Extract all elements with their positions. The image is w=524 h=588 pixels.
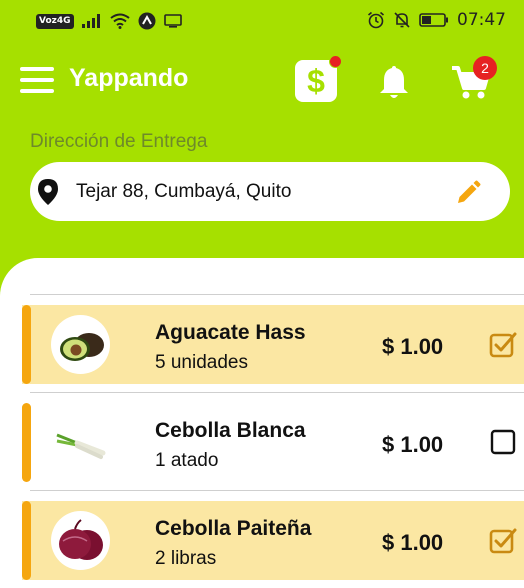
checked-checkbox-icon[interactable] [489, 526, 517, 554]
signal-icon [81, 14, 100, 28]
status-right: 07:47 [367, 10, 506, 30]
product-quantity: 5 unidades [155, 352, 248, 373]
product-price: $ 1.00 [382, 530, 444, 555]
product-name: Cebolla Blanca [155, 419, 306, 442]
product-row[interactable]: Cebolla Paiteña 2 libras $ 1.00 [22, 501, 524, 580]
clock: 07:47 [457, 10, 506, 30]
row-accent-bar [22, 501, 31, 580]
divider [30, 294, 524, 295]
status-left: Voz4G [36, 12, 182, 30]
address-label: Dirección de Entrega [30, 131, 208, 152]
product-row[interactable]: Aguacate Hass 5 unidades $ 1.00 [22, 305, 524, 384]
product-quantity: 1 atado [155, 450, 219, 471]
divider [30, 490, 524, 491]
screen-cast-icon [163, 14, 182, 28]
product-thumbnail [51, 413, 110, 472]
product-thumbnail [51, 511, 110, 570]
dollar-icon: $ [307, 63, 325, 99]
product-row[interactable]: Cebolla Blanca 1 atado $ 1.00 [22, 403, 524, 482]
product-thumbnail [51, 315, 110, 374]
address-value: Tejar 88, Cumbayá, Quito [76, 181, 292, 202]
product-price: $ 1.00 [382, 432, 444, 457]
location-pin-icon [38, 179, 58, 205]
divider [30, 392, 524, 393]
bell-icon [380, 66, 408, 98]
hamburger-menu-icon[interactable] [20, 67, 54, 93]
notifications-button[interactable] [376, 62, 412, 102]
app-title: Yappando [69, 64, 189, 92]
product-price: $ 1.00 [382, 334, 444, 359]
product-quantity: 2 libras [155, 548, 217, 569]
app-notification-icon [138, 12, 156, 30]
product-name: Aguacate Hass [155, 321, 306, 344]
row-accent-bar [22, 305, 31, 384]
volte-badge: Voz4G [36, 13, 74, 29]
mute-bell-icon [394, 12, 410, 28]
red-onion-icon [59, 519, 103, 560]
avocado-icon [60, 333, 104, 361]
row-accent-bar [22, 403, 31, 482]
alarm-icon [367, 11, 385, 29]
wifi-icon [109, 13, 130, 29]
unchecked-checkbox-icon[interactable] [489, 428, 517, 456]
cart-count-badge: 2 [473, 56, 497, 80]
wallet-button[interactable]: $ [295, 55, 342, 102]
status-bar: Voz4G 07:47 [0, 0, 524, 44]
spring-onion-icon [56, 433, 106, 459]
battery-icon [419, 13, 448, 27]
product-name: Cebolla Paiteña [155, 517, 312, 540]
notification-dot [329, 55, 342, 68]
app-bar: Yappando $ [0, 52, 524, 108]
edit-pencil-icon[interactable] [455, 180, 481, 206]
checked-checkbox-icon[interactable] [489, 330, 517, 358]
